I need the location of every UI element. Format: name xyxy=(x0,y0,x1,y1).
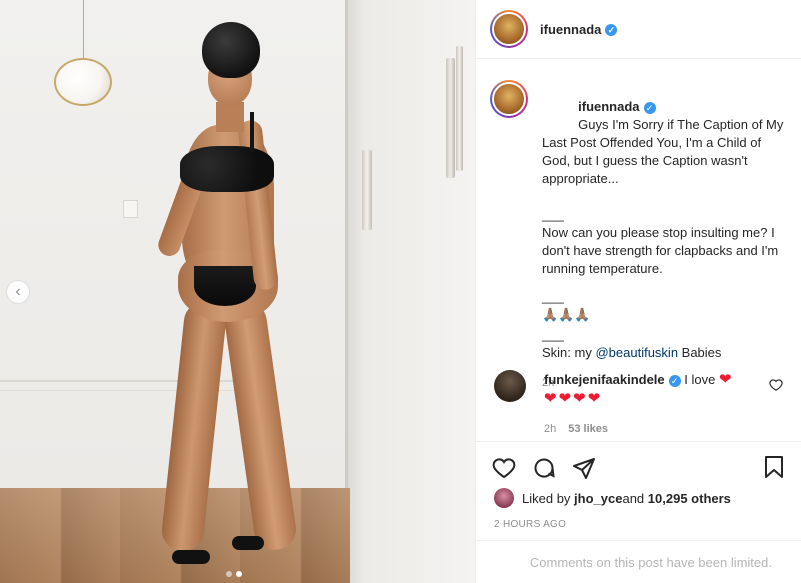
leg xyxy=(222,299,299,553)
chevron-left-icon: ‹ xyxy=(15,283,21,300)
strap xyxy=(250,112,254,152)
swimwear-bottom xyxy=(194,266,256,306)
comment-text: I love xyxy=(680,372,719,387)
comment-heart-emoji: ❤ xyxy=(718,371,732,388)
carousel-indicator xyxy=(226,571,242,577)
woman-figure xyxy=(150,20,300,580)
caption: ifuennada ✓ Guys I'm Sorry if The Caption… xyxy=(490,80,790,392)
comment: funkejenifaakindele ✓ I love ❤ ❤❤❤❤ 2h 53… xyxy=(494,370,794,439)
comment-body: funkejenifaakindele ✓ I love ❤ ❤❤❤❤ 2h 53… xyxy=(544,370,754,439)
caption-line-1: Guys I'm Sorry if The Caption of My Last… xyxy=(542,117,788,186)
comment-likes[interactable]: 53 likes xyxy=(568,420,608,439)
cabinet-handle xyxy=(446,58,455,178)
lamp-cord xyxy=(83,0,84,60)
caption-line-2: Now can you please stop insulting me? I … xyxy=(542,225,782,276)
comment-like-heart-icon[interactable] xyxy=(769,378,783,392)
light-switch xyxy=(123,200,138,218)
liker-avatar[interactable] xyxy=(494,488,514,508)
comment-icon[interactable] xyxy=(532,456,556,480)
cabinet-handle xyxy=(362,150,372,230)
likes-summary: Liked by jho_yce and 10,295 others xyxy=(494,488,731,508)
shoe xyxy=(172,550,210,564)
comments-limited-notice: Comments on this post have been limited. xyxy=(476,540,801,583)
liker-username[interactable]: jho_yce xyxy=(574,491,622,506)
caption-username[interactable]: ifuennada xyxy=(578,99,639,114)
caption-skin-credit: Skin: my @beautifuskin Babies xyxy=(542,345,722,360)
leg xyxy=(159,299,228,553)
post-photo[interactable]: ‹ xyxy=(0,0,475,583)
caption-emojis: 🙏🏽🙏🏽🙏🏽 xyxy=(542,307,591,322)
carousel-dot-active xyxy=(236,571,242,577)
cabinet-handle xyxy=(456,46,463,171)
post-side-panel: ifuennada ✓ ifuennada ✓ Guys I'm Sorry if … xyxy=(475,0,801,583)
post-timestamp[interactable]: 2 HOURS AGO xyxy=(494,519,566,530)
caption-avatar[interactable] xyxy=(490,80,528,118)
verified-badge-icon: ✓ xyxy=(605,24,618,37)
author-username[interactable]: ifuennada ✓ xyxy=(540,22,618,37)
hair-bun xyxy=(202,22,260,78)
comment-time[interactable]: 2h xyxy=(544,420,556,439)
bookmark-icon[interactable] xyxy=(763,455,785,479)
carousel-prev-button[interactable]: ‹ xyxy=(6,280,30,304)
neck xyxy=(216,102,244,132)
verified-badge-icon: ✓ xyxy=(668,374,681,387)
commenter-avatar[interactable] xyxy=(494,370,526,402)
instagram-post-view: ‹ ifuennada ✓ ifuennada ✓ Guys I'm Sorry i… xyxy=(0,0,801,583)
commenter-username[interactable]: funkejenifaakindele xyxy=(544,372,665,387)
action-bar xyxy=(476,441,801,493)
caption-separator: ___ xyxy=(542,327,564,342)
caption-separator: ___ xyxy=(542,289,564,304)
heart-icon[interactable] xyxy=(492,456,516,480)
verified-badge-icon: ✓ xyxy=(643,101,656,114)
author-avatar[interactable] xyxy=(490,10,528,48)
share-icon[interactable] xyxy=(572,456,596,480)
pendant-lamp xyxy=(54,58,112,106)
swimwear-top xyxy=(180,146,274,192)
shoe xyxy=(232,536,264,550)
comment-hearts: ❤❤❤❤ xyxy=(544,390,603,407)
caption-separator: ___ xyxy=(542,207,564,222)
mention-link[interactable]: @beautifuskin xyxy=(595,345,678,360)
comment-meta: 2h 53 likes xyxy=(544,420,754,439)
carousel-dot xyxy=(226,571,232,577)
post-header: ifuennada ✓ xyxy=(476,0,801,59)
caption-text: ifuennada ✓ Guys I'm Sorry if The Caption… xyxy=(542,80,788,392)
likes-others[interactable]: 10,295 others xyxy=(648,491,731,506)
